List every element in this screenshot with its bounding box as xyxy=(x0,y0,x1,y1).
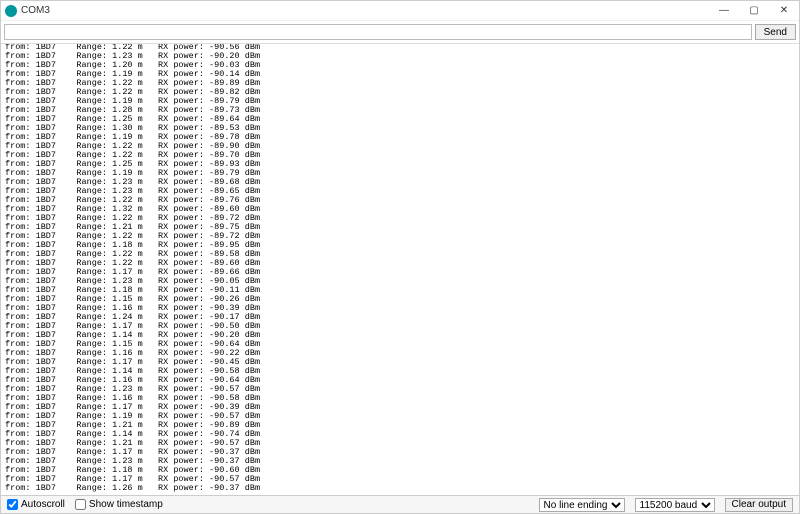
timestamp-label: Show timestamp xyxy=(89,499,163,510)
arduino-icon xyxy=(5,5,17,17)
timestamp-checkbox[interactable] xyxy=(75,499,86,510)
window-title: COM3 xyxy=(21,5,50,16)
autoscroll-checkbox[interactable] xyxy=(7,499,18,510)
window-buttons: — ▢ ✕ xyxy=(709,1,799,21)
send-button[interactable]: Send xyxy=(755,24,796,40)
send-row: Send xyxy=(1,21,799,44)
timestamp-checkbox-wrap[interactable]: Show timestamp xyxy=(75,499,163,510)
maximize-button[interactable]: ▢ xyxy=(739,1,769,21)
baud-select[interactable]: 115200 baud xyxy=(635,498,715,512)
minimize-button[interactable]: — xyxy=(709,1,739,21)
clear-output-button[interactable]: Clear output xyxy=(725,498,793,512)
autoscroll-label: Autoscroll xyxy=(21,499,65,510)
autoscroll-checkbox-wrap[interactable]: Autoscroll xyxy=(7,499,65,510)
serial-input[interactable] xyxy=(4,24,752,40)
serial-output[interactable]: from: 1BD7 Range: 1.22 m RX power: -90.5… xyxy=(1,44,799,495)
close-button[interactable]: ✕ xyxy=(769,1,799,21)
titlebar: COM3 — ▢ ✕ xyxy=(1,1,799,21)
line-ending-select[interactable]: No line ending xyxy=(539,498,625,512)
bottom-bar: Autoscroll Show timestamp No line ending… xyxy=(1,495,799,513)
